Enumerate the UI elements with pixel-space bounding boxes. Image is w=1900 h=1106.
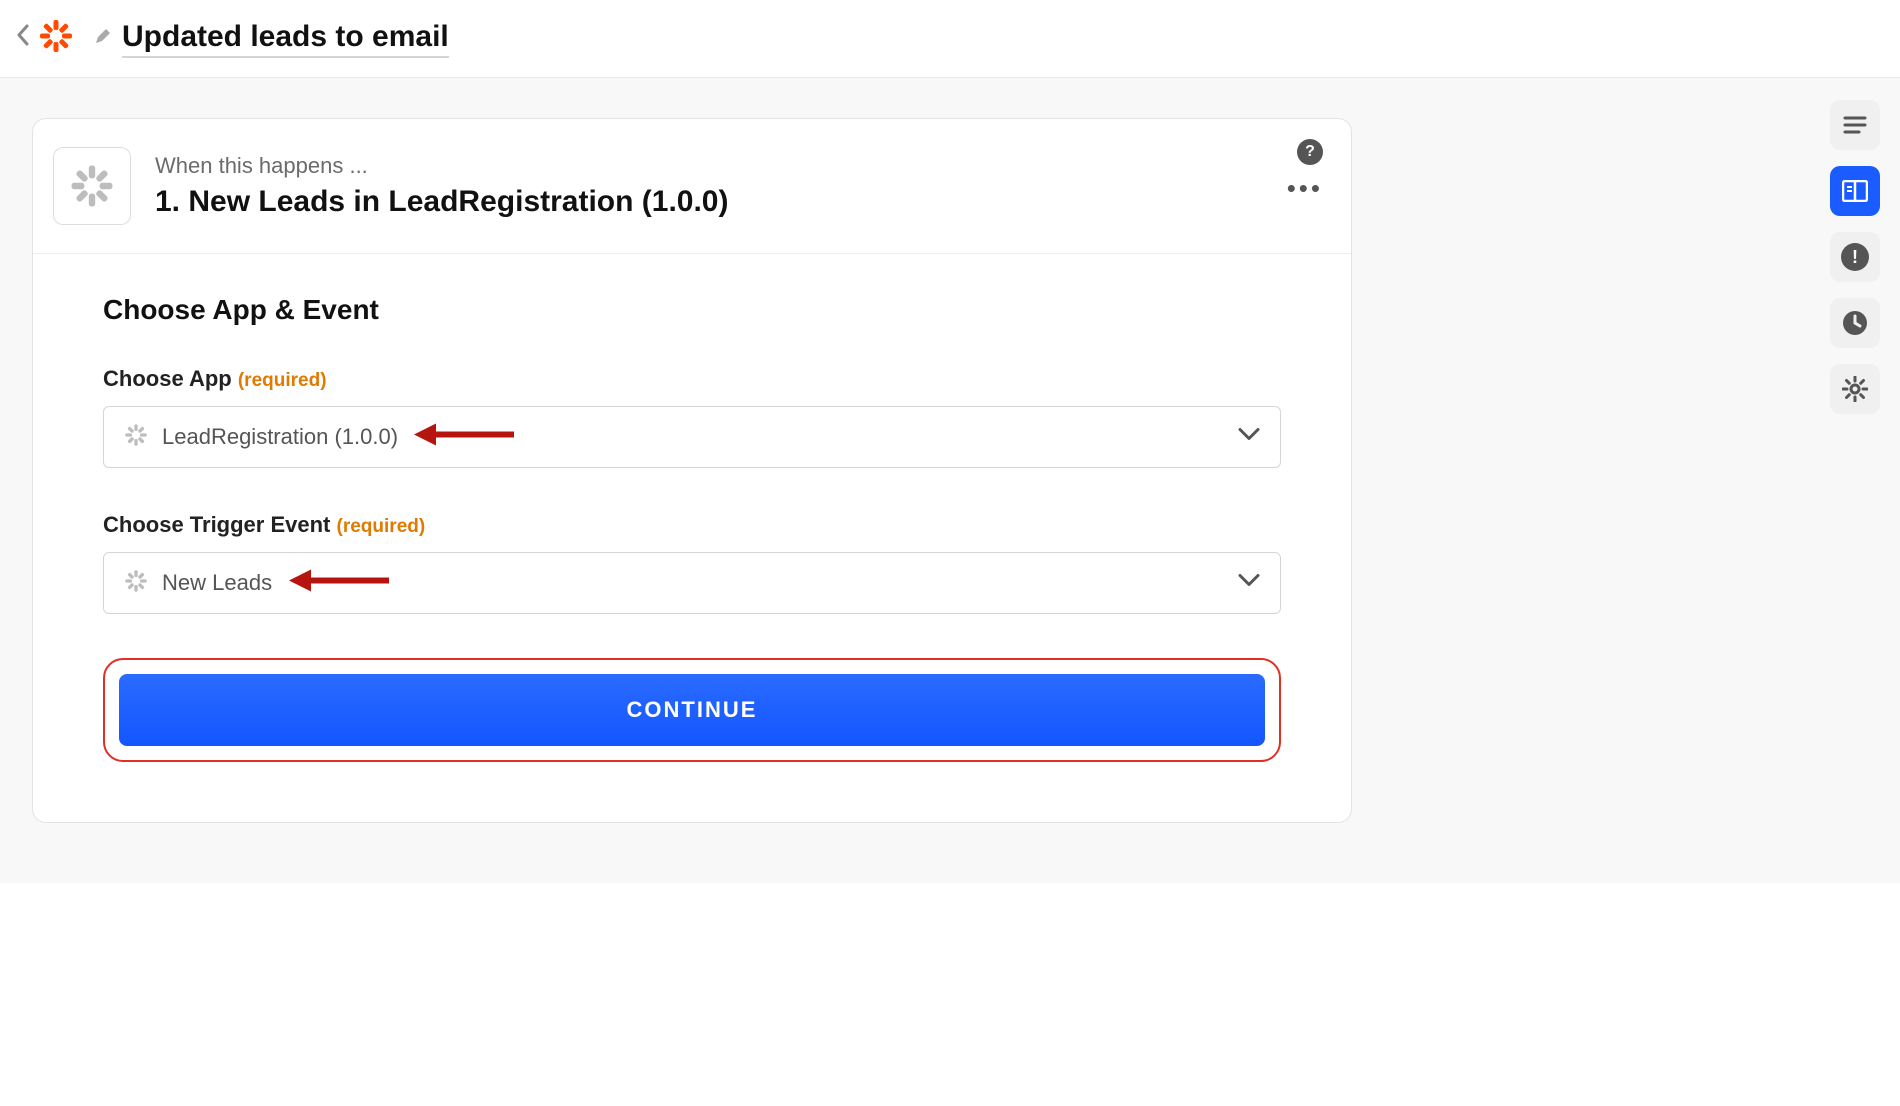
step-title: 1. New Leads in LeadRegistration (1.0.0) xyxy=(155,185,1311,219)
rail-settings-icon[interactable] xyxy=(1830,364,1880,414)
annotation-arrow-icon xyxy=(414,420,514,455)
annotation-arrow-icon xyxy=(289,566,389,601)
choose-app-select[interactable]: LeadRegistration (1.0.0) xyxy=(103,406,1281,468)
step-pre-label: When this happens ... xyxy=(155,153,1311,179)
rail-issues-icon[interactable]: ! xyxy=(1830,232,1880,282)
rail-guide-icon[interactable] xyxy=(1830,166,1880,216)
choose-event-label-text: Choose Trigger Event xyxy=(103,512,330,537)
trigger-card: When this happens ... 1. New Leads in Le… xyxy=(32,118,1352,823)
rail-outline-icon[interactable] xyxy=(1830,100,1880,150)
trigger-card-body: Choose App & Event Choose App (required) xyxy=(33,254,1351,822)
zap-title[interactable]: Updated leads to email xyxy=(122,20,449,58)
zapier-logo-icon[interactable] xyxy=(38,18,74,59)
choose-app-label: Choose App (required) xyxy=(103,366,1281,392)
top-bar: Updated leads to email xyxy=(0,0,1900,78)
choose-event-label: Choose Trigger Event (required) xyxy=(103,512,1281,538)
section-title: Choose App & Event xyxy=(103,294,1281,326)
back-chevron-icon[interactable] xyxy=(12,24,34,53)
more-menu-icon[interactable]: ••• xyxy=(1287,183,1323,193)
chevron-down-icon xyxy=(1238,428,1260,447)
continue-highlight: CONTINUE xyxy=(103,658,1281,762)
choose-app-label-text: Choose App xyxy=(103,366,232,391)
right-rail: ! xyxy=(1830,100,1880,414)
edit-pencil-icon[interactable] xyxy=(94,27,112,50)
choose-event-select[interactable]: New Leads xyxy=(103,552,1281,614)
choose-app-field: Choose App (required) xyxy=(103,366,1281,468)
workspace: When this happens ... 1. New Leads in Le… xyxy=(0,78,1900,883)
choose-app-value: LeadRegistration (1.0.0) xyxy=(162,424,398,450)
choose-event-required: (required) xyxy=(337,516,426,537)
chevron-down-icon xyxy=(1238,574,1260,593)
event-option-icon xyxy=(124,569,148,598)
continue-button[interactable]: CONTINUE xyxy=(119,674,1265,746)
step-app-icon xyxy=(53,147,131,225)
rail-history-icon[interactable] xyxy=(1830,298,1880,348)
trigger-card-header: When this happens ... 1. New Leads in Le… xyxy=(33,119,1351,254)
choose-event-value: New Leads xyxy=(162,570,272,596)
choose-app-required: (required) xyxy=(238,370,327,391)
help-icon[interactable]: ? xyxy=(1297,139,1323,165)
app-option-icon xyxy=(124,423,148,452)
choose-event-field: Choose Trigger Event (required) xyxy=(103,512,1281,614)
